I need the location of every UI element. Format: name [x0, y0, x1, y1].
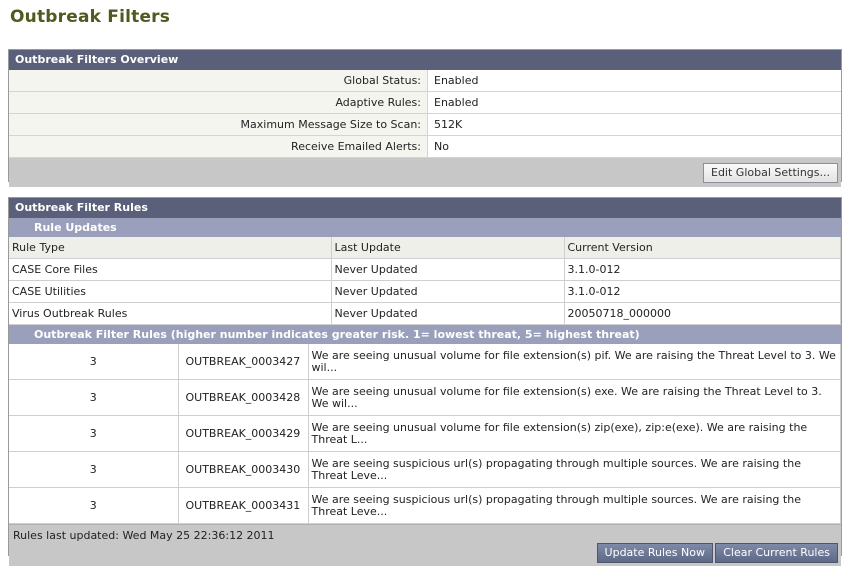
overview-label: Global Status: — [9, 70, 428, 91]
rules-last-updated: Rules last updated: Wed May 25 22:36:12 … — [13, 529, 275, 542]
clear-current-rules-button[interactable]: Clear Current Rules — [715, 543, 838, 563]
overview-row-max-size: Maximum Message Size to Scan: 512K — [9, 114, 841, 136]
overview-label: Adaptive Rules: — [9, 92, 428, 113]
rule-name: OUTBREAK_0003429 — [178, 415, 309, 452]
current-version: 3.1.0-012 — [564, 280, 841, 303]
overview-value: 512K — [428, 114, 841, 135]
rules-footer: Rules last updated: Wed May 25 22:36:12 … — [9, 524, 841, 566]
overview-row-adaptive-rules: Adaptive Rules: Enabled — [9, 92, 841, 114]
current-version: 3.1.0-012 — [564, 258, 841, 281]
column-header-current-version: Current Version — [564, 237, 841, 259]
rule-name: OUTBREAK_0003427 — [178, 344, 309, 380]
last-update: Never Updated — [331, 302, 565, 325]
overview-row-alerts: Receive Emailed Alerts: No — [9, 136, 841, 158]
overview-panel: Outbreak Filters Overview Global Status:… — [8, 49, 842, 187]
table-row: CASE Core Files Never Updated 3.1.0-012 — [9, 258, 841, 281]
table-row: CASE Utilities Never Updated 3.1.0-012 — [9, 280, 841, 303]
rule-type: CASE Core Files — [9, 258, 332, 281]
rule-type: Virus Outbreak Rules — [9, 302, 332, 325]
threat-level: 3 — [9, 451, 179, 488]
column-header-rule-type: Rule Type — [9, 237, 332, 259]
threat-level: 3 — [9, 379, 179, 416]
overview-value: No — [428, 136, 841, 157]
rule-description: We are seeing suspicious url(s) propagat… — [308, 487, 841, 524]
rule-name: OUTBREAK_0003430 — [178, 451, 309, 488]
threat-level: 3 — [9, 344, 179, 380]
table-row: 3 OUTBREAK_0003430 We are seeing suspici… — [9, 451, 841, 488]
rule-description: We are seeing unusual volume for file ex… — [308, 344, 841, 380]
overview-value: Enabled — [428, 70, 841, 91]
overview-value: Enabled — [428, 92, 841, 113]
rule-name: OUTBREAK_0003431 — [178, 487, 309, 524]
current-version: 20050718_000000 — [564, 302, 841, 325]
table-header-row: Rule Type Last Update Current Version — [9, 237, 841, 259]
table-row: 3 OUTBREAK_0003431 We are seeing suspici… — [9, 487, 841, 524]
page-title: Outbreak Filters — [10, 7, 171, 27]
overview-footer: Edit Global Settings... — [9, 158, 841, 187]
rule-type: CASE Utilities — [9, 280, 332, 303]
threat-level: 3 — [9, 415, 179, 452]
last-update: Never Updated — [331, 258, 565, 281]
edit-global-settings-button[interactable]: Edit Global Settings... — [703, 163, 838, 183]
overview-header: Outbreak Filters Overview — [9, 50, 841, 70]
threat-level: 3 — [9, 487, 179, 524]
table-row: 3 OUTBREAK_0003427 We are seeing unusual… — [9, 344, 841, 380]
rule-name: OUTBREAK_0003428 — [178, 379, 309, 416]
table-row: 3 OUTBREAK_0003429 We are seeing unusual… — [9, 415, 841, 452]
rule-updates-header: Rule Updates — [9, 218, 841, 237]
overview-row-global-status: Global Status: Enabled — [9, 70, 841, 92]
last-update: Never Updated — [331, 280, 565, 303]
column-header-last-update: Last Update — [331, 237, 565, 259]
rule-description: We are seeing suspicious url(s) propagat… — [308, 451, 841, 488]
table-row: Virus Outbreak Rules Never Updated 20050… — [9, 302, 841, 325]
rule-description: We are seeing unusual volume for file ex… — [308, 415, 841, 452]
overview-label: Maximum Message Size to Scan: — [9, 114, 428, 135]
update-rules-now-button[interactable]: Update Rules Now — [596, 543, 713, 563]
filter-rules-header: Outbreak Filter Rules (higher number ind… — [9, 325, 841, 344]
rules-panel: Outbreak Filter Rules Rule Updates Rule … — [8, 197, 842, 566]
rule-description: We are seeing unusual volume for file ex… — [308, 379, 841, 416]
overview-label: Receive Emailed Alerts: — [9, 136, 428, 157]
table-row: 3 OUTBREAK_0003428 We are seeing unusual… — [9, 379, 841, 416]
filter-rules-table: 3 OUTBREAK_0003427 We are seeing unusual… — [9, 344, 841, 524]
rules-header: Outbreak Filter Rules — [9, 198, 841, 218]
rule-updates-table: Rule Type Last Update Current Version CA… — [9, 237, 841, 325]
